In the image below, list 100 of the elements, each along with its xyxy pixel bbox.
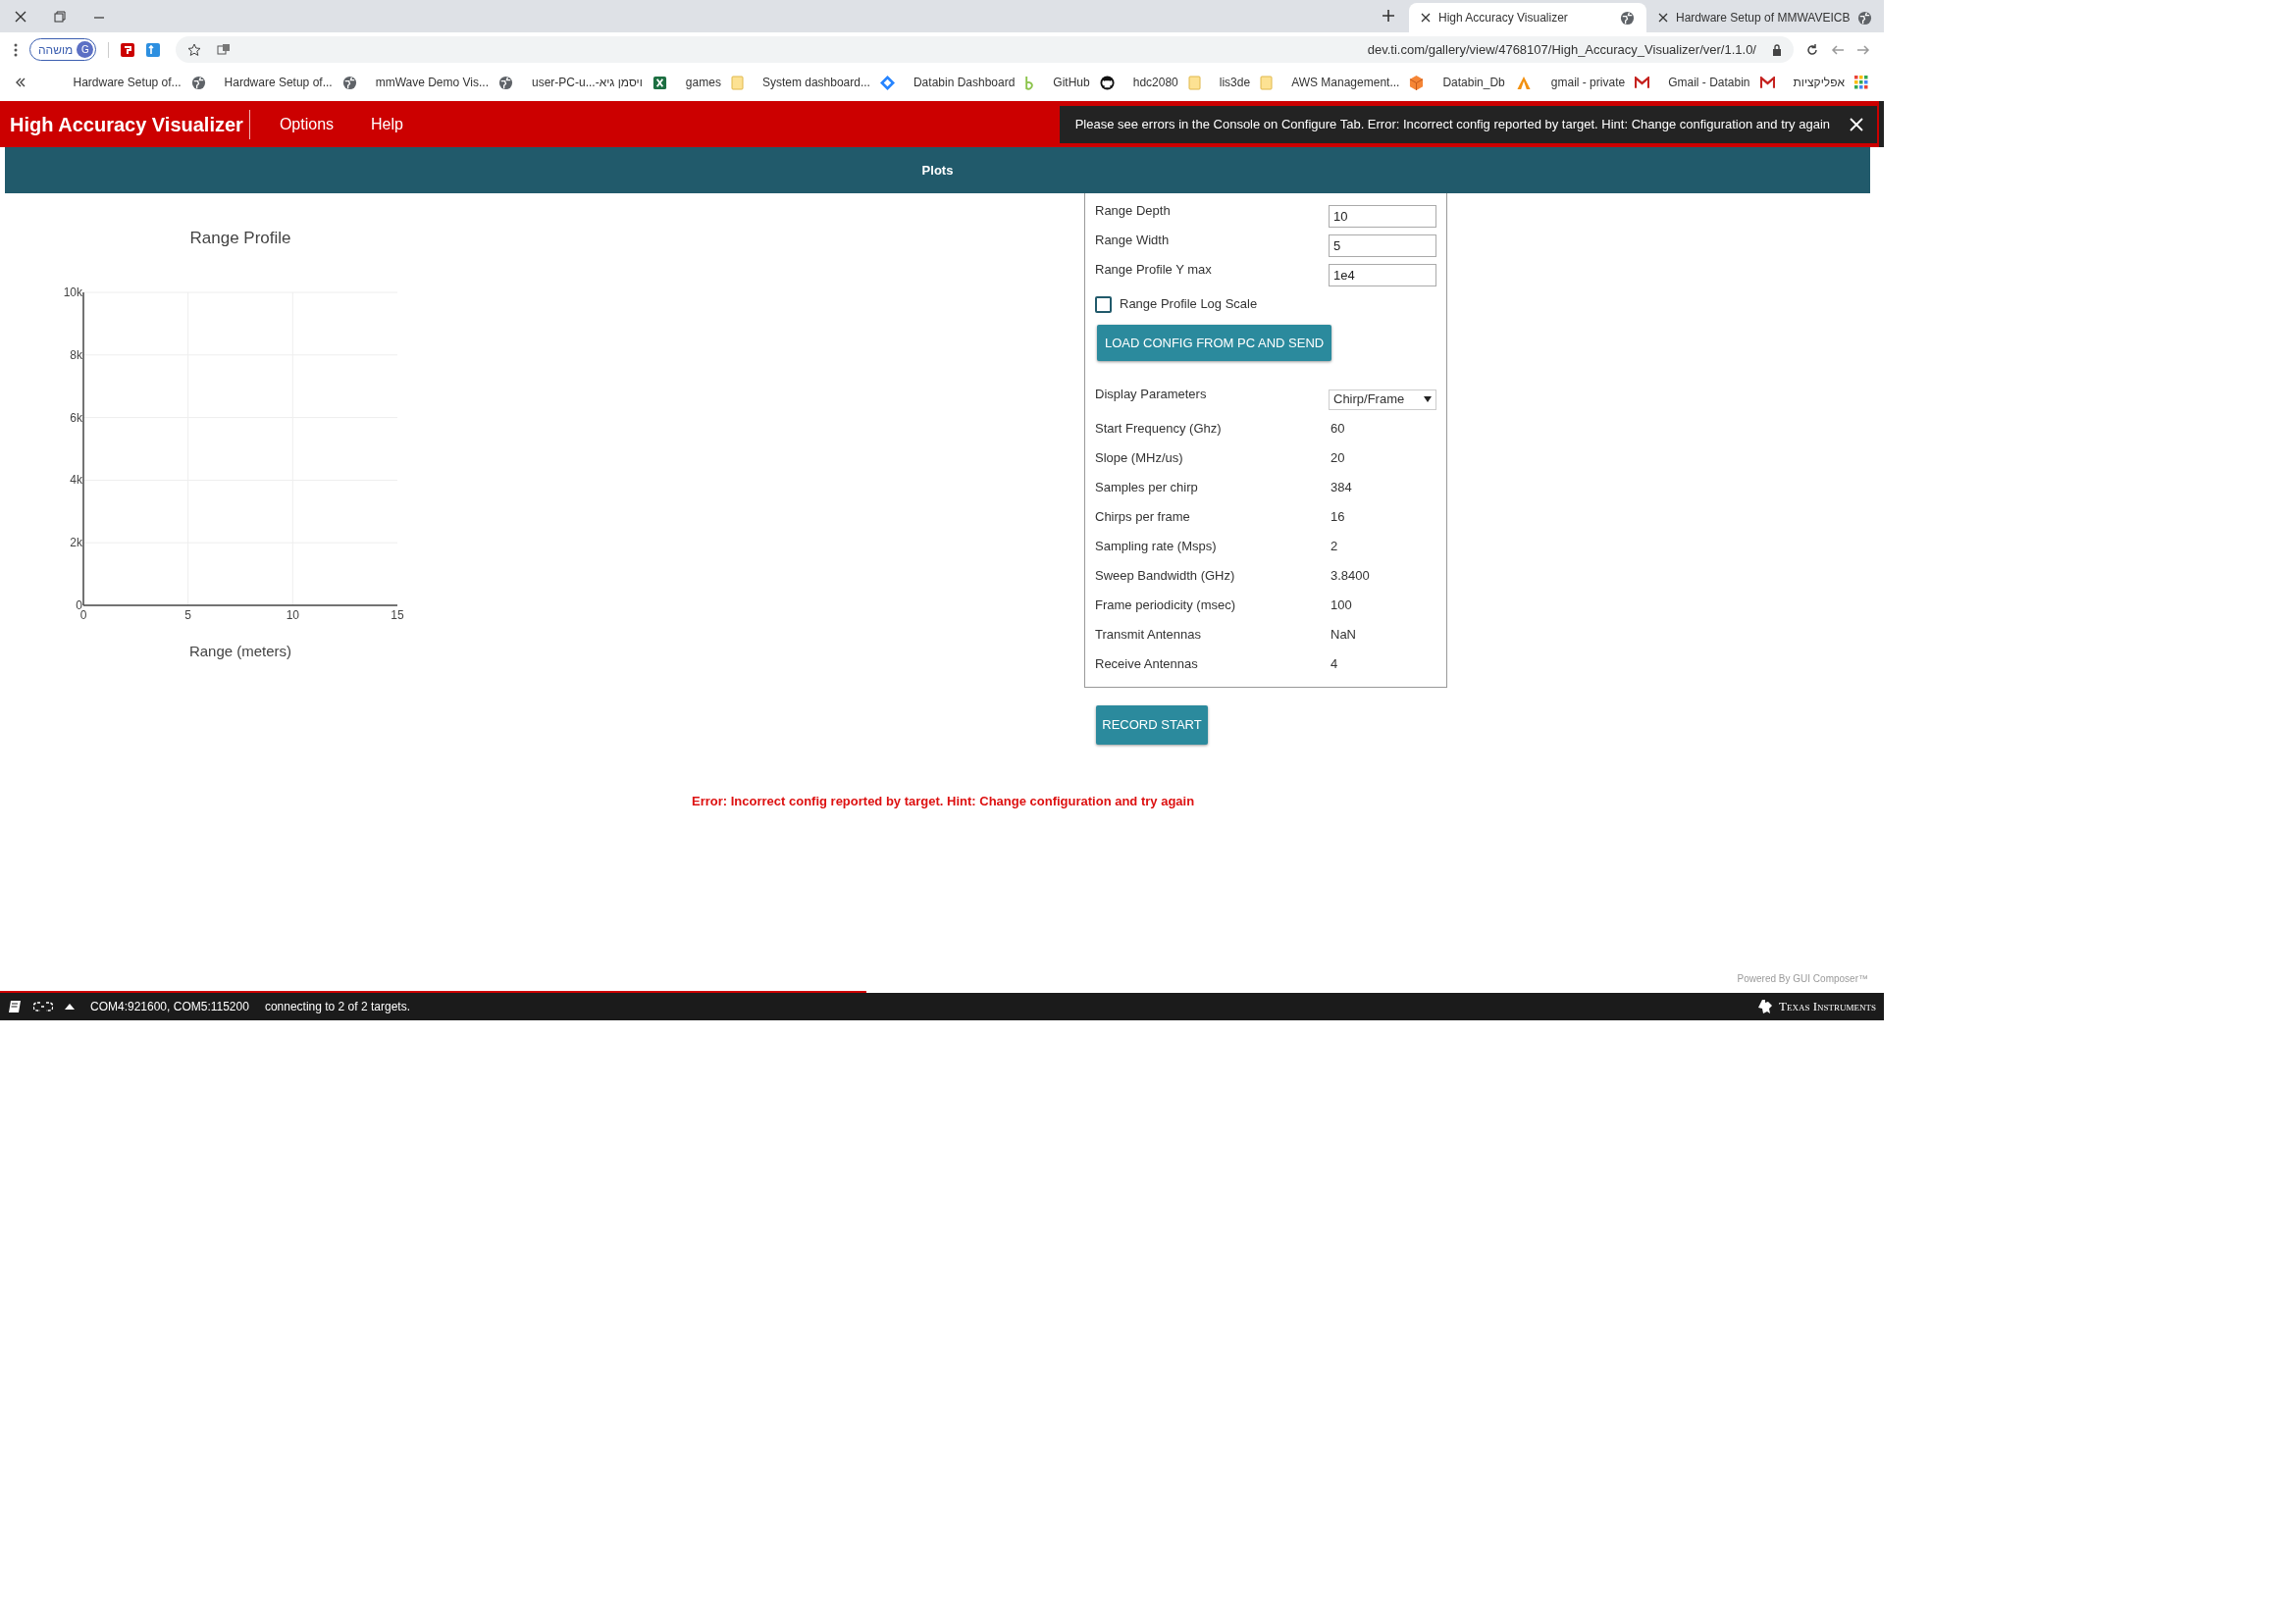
dropdown[interactable]: Chirp/Frame bbox=[1329, 389, 1436, 410]
bookmark[interactable]: GitHub bbox=[1053, 74, 1115, 91]
bookmark[interactable]: אפליקציות bbox=[1793, 74, 1868, 91]
book-icon[interactable] bbox=[8, 1000, 22, 1013]
translate-icon[interactable] bbox=[217, 42, 232, 57]
error-message: Error: Incorrect config reported by target. Hint: Change configuration and try again bbox=[692, 793, 1195, 810]
diamond-icon bbox=[879, 75, 895, 90]
bookmark[interactable]: gmail - private bbox=[1550, 74, 1650, 91]
app-title: High Accuracy Visualizer bbox=[0, 109, 250, 139]
x-tick-label: 10 bbox=[286, 608, 299, 622]
double-chevron-icon[interactable] bbox=[16, 78, 26, 87]
bookmark[interactable]: Databin Dashboard bbox=[913, 74, 1035, 91]
bookmark[interactable]: hdc2080 bbox=[1132, 74, 1201, 91]
chart-title: Range Profile bbox=[189, 229, 291, 247]
bookmark[interactable]: games bbox=[685, 74, 744, 91]
y-tick-label: 2k bbox=[70, 536, 82, 550]
bookmark[interactable]: AWS Management... bbox=[1291, 74, 1425, 91]
folder-icon bbox=[730, 75, 744, 90]
bookmark[interactable]: user-PC-u...-ויסמן גיא bbox=[532, 74, 667, 91]
y-tick-label: 0 bbox=[76, 598, 82, 612]
new-tab-icon[interactable] bbox=[1382, 9, 1395, 23]
extension-icon[interactable] bbox=[121, 42, 135, 57]
parameter-value: 100 bbox=[1331, 597, 1352, 615]
bookmark[interactable]: Databin_Db bbox=[1442, 74, 1533, 91]
parameter-label: Start Frequency (Ghz) bbox=[1095, 420, 1223, 439]
bookmark[interactable]: mmWave Demo Vis... bbox=[375, 74, 513, 91]
globe-icon bbox=[190, 75, 206, 90]
bookmark[interactable]: System dashboard... bbox=[761, 74, 895, 91]
input-field[interactable]: 10 bbox=[1329, 204, 1436, 228]
browser-tab[interactable]: High Accuracy Visualizer bbox=[1409, 3, 1646, 32]
parameter-value: NaN bbox=[1331, 626, 1356, 645]
menu-item[interactable]: Help bbox=[371, 112, 403, 136]
connection-status: connecting to 2 of 2 targets. bbox=[264, 999, 410, 1015]
x-tick-label: 0 bbox=[79, 608, 87, 622]
kebab-menu-icon[interactable] bbox=[14, 42, 18, 57]
port-info: COM4:921600, COM5:115200 bbox=[90, 999, 249, 1015]
url-text: dev.ti.com/gallery/view/4768107/High_Accuracy_Visualizer/ver/1.1.0/ bbox=[1366, 40, 1756, 59]
load-config-button[interactable]: LOAD CONFIG FROM PC AND SEND bbox=[1097, 325, 1332, 361]
bookmark[interactable]: Hardware Setup of... bbox=[224, 74, 357, 91]
lock-icon[interactable] bbox=[1772, 43, 1782, 56]
browser-tab[interactable]: Hardware Setup of MMWAVEICB bbox=[1646, 3, 1884, 32]
link-icon[interactable] bbox=[33, 1001, 53, 1012]
x-axis-title: Range (meters) bbox=[188, 643, 292, 659]
avatar: G bbox=[77, 41, 94, 58]
brand-name: Texas Instruments bbox=[1778, 998, 1876, 1016]
parameter-label: Receive Antennas bbox=[1095, 655, 1199, 674]
reload-icon[interactable] bbox=[1805, 42, 1819, 57]
back-arrow-icon[interactable] bbox=[1831, 42, 1845, 57]
profile-status: מושהה bbox=[38, 41, 74, 59]
field-label: Range Profile Y max bbox=[1095, 261, 1212, 279]
forward-arrow-icon[interactable] bbox=[1856, 42, 1870, 57]
close-icon[interactable] bbox=[14, 9, 27, 24]
parameter-value: 3.8400 bbox=[1331, 567, 1370, 586]
x-tick-label: 15 bbox=[391, 608, 404, 622]
extension-icon[interactable] bbox=[146, 42, 161, 57]
field-label: Range Width bbox=[1095, 232, 1170, 249]
parameter-label: Slope (MHz/us) bbox=[1095, 449, 1184, 468]
input-field[interactable]: 5 bbox=[1329, 234, 1436, 257]
x-tick-label: 5 bbox=[184, 608, 191, 622]
globe-icon bbox=[1857, 10, 1872, 26]
mail-icon bbox=[1759, 77, 1775, 88]
parameter-value: 20 bbox=[1331, 449, 1345, 468]
bookmark[interactable]: Hardware Setup of... bbox=[73, 74, 206, 91]
field-label: Display Parameters bbox=[1095, 386, 1207, 403]
parameter-value: 16 bbox=[1331, 508, 1345, 527]
y-tick-label: 6k bbox=[70, 410, 82, 425]
restore-window-icon[interactable] bbox=[53, 9, 67, 24]
omnibox[interactable]: dev.ti.com/gallery/view/4768107/High_Accuracy_Visualizer/ver/1.1.0/ bbox=[176, 36, 1794, 63]
record-start-button[interactable]: RECORD START bbox=[1096, 705, 1208, 745]
parameter-label: Frame periodicity (msec) bbox=[1095, 597, 1237, 615]
folder-icon bbox=[1260, 75, 1274, 90]
input-field[interactable]: 1e4 bbox=[1329, 263, 1436, 286]
parameter-label: Transmit Antennas bbox=[1095, 626, 1202, 645]
parameter-label: Samples per chirp bbox=[1095, 479, 1199, 497]
parameter-label: Sweep Bandwidth (GHz) bbox=[1095, 567, 1236, 586]
bookmark[interactable]: lis3de bbox=[1219, 74, 1274, 91]
field-label: Range Depth bbox=[1095, 202, 1171, 220]
star-icon[interactable] bbox=[187, 42, 202, 57]
caret-up-icon[interactable] bbox=[65, 1003, 75, 1011]
plots-tab[interactable]: Plots bbox=[5, 147, 1870, 193]
parameter-value: 60 bbox=[1331, 420, 1345, 439]
bookmark[interactable]: Gmail - Databin bbox=[1668, 74, 1775, 91]
y-tick-label: 10k bbox=[63, 285, 82, 299]
parameter-value: 4 bbox=[1331, 655, 1338, 674]
parameter-label: Sampling rate (Msps) bbox=[1095, 538, 1218, 556]
octocat-icon bbox=[1099, 75, 1115, 90]
checkbox[interactable] bbox=[1095, 295, 1112, 313]
mail-icon bbox=[1635, 77, 1650, 88]
tab-title: High Accuracy Visualizer bbox=[1438, 10, 1569, 26]
y-tick-label: 4k bbox=[70, 473, 82, 488]
parameter-value: 2 bbox=[1331, 538, 1338, 556]
close-icon[interactable] bbox=[1658, 13, 1668, 23]
globe-icon bbox=[341, 75, 357, 90]
close-icon[interactable] bbox=[1421, 13, 1431, 23]
parameter-label: Chirps per frame bbox=[1095, 508, 1191, 527]
apps-grid-icon bbox=[1854, 76, 1868, 89]
menu-item[interactable]: Options bbox=[279, 112, 335, 136]
cube-icon bbox=[1409, 75, 1425, 90]
toast-message: Please see errors in the Console on Configure Tab. Error: Incorrect config reported by target. Hint: Change configuration and try again bbox=[1074, 115, 1830, 133]
folder-icon bbox=[1187, 75, 1201, 90]
